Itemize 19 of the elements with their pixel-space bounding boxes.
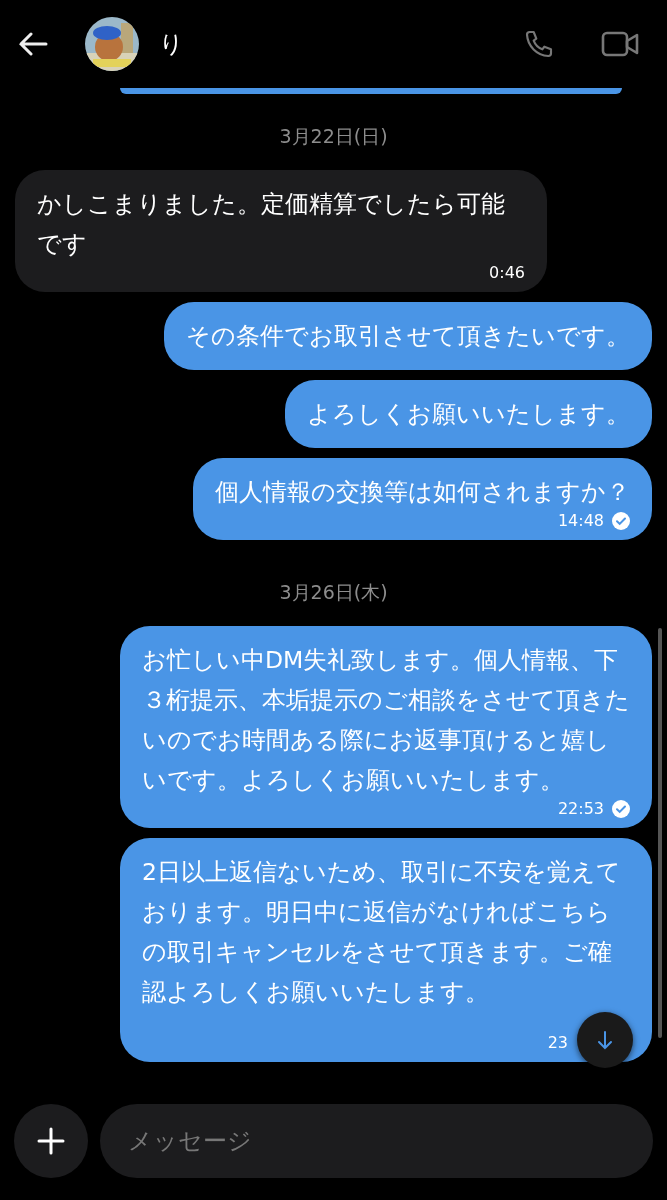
date-separator: 3月22日(日) xyxy=(278,124,389,149)
timestamp: 23 xyxy=(547,1032,568,1054)
message-text: 個人情報の交換等は如何されますか？ xyxy=(215,477,630,508)
message-text: よろしくお願いいたします。 xyxy=(307,399,630,430)
timestamp: 0:46 xyxy=(489,262,525,284)
back-arrow-icon[interactable] xyxy=(18,32,48,56)
message-text: その条件でお取引させて頂きたいです。 xyxy=(186,321,630,352)
down-arrow-icon xyxy=(596,1030,614,1050)
message-text: 2日以上返信ないため、取引に不安を覚えております。明日中に返信がなければこちらの取引キャンセルをさせて頂きます。ご確認よろしくお願いいたします。 xyxy=(142,857,622,1008)
timestamp: 22:53 xyxy=(557,798,604,820)
timestamp: 14:48 xyxy=(557,510,604,532)
video-camera-icon[interactable] xyxy=(601,29,639,59)
message-text: お忙しい中DM失礼致します。個人情報、下３桁提示、本垢提示のご相談をさせて頂きたいのでお時間ある際にお返事頂けると嬉しいです。よろしくお願いいたします。 xyxy=(142,645,630,796)
date-separator: 3月26日(木) xyxy=(278,580,389,605)
contact-name: り xyxy=(159,29,184,60)
plus-icon xyxy=(37,1127,65,1155)
message-text: かしこまりました。定価精算でしたら可能です xyxy=(37,189,506,260)
phone-icon[interactable] xyxy=(523,28,555,60)
message-input[interactable]: メッセージ xyxy=(100,1104,653,1178)
